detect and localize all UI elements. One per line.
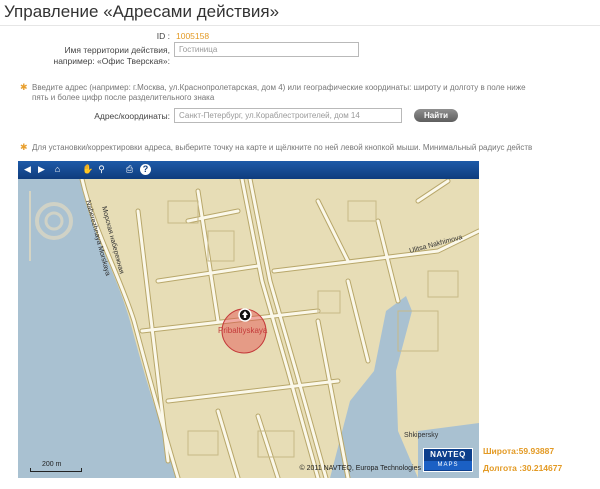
map-view[interactable]: Naberezhnaya Morskaya Морская набережная… bbox=[18, 161, 479, 478]
navteq-logo-subtext: MAPS bbox=[424, 461, 472, 470]
street-label-shkipersky: Shkipersky bbox=[404, 432, 439, 439]
map-scale-label: 200 m bbox=[42, 461, 62, 468]
territory-label-line2: например: «Офис Тверская»: bbox=[53, 56, 170, 66]
address-hint-line1: Введите адрес (например: г.Москва, ул.Кр… bbox=[32, 83, 526, 92]
address-input[interactable]: Санкт-Петербург, ул.Кораблестроителей, д… bbox=[174, 108, 402, 123]
forward-arrow-icon[interactable]: ▶ bbox=[36, 164, 47, 175]
address-hint: Введите адрес (например: г.Москва, ул.Кр… bbox=[32, 83, 600, 103]
info-icon: ✱ bbox=[20, 82, 28, 92]
title-divider bbox=[0, 25, 600, 26]
map-toolbar: ◀ ▶ ⌂ ✋ ⚲ ⎙ ? bbox=[18, 161, 479, 179]
id-label: ID : bbox=[156, 31, 170, 41]
map-scale-bar bbox=[30, 468, 82, 472]
find-button[interactable]: Найти bbox=[414, 109, 458, 122]
latitude-readout: Широта:59.93887 bbox=[483, 446, 555, 456]
id-value: 1005158 bbox=[176, 31, 210, 41]
territory-label-line1: Имя территории действия, bbox=[64, 45, 170, 55]
map-hint: Для установки/корректировки адреса, выбе… bbox=[32, 143, 533, 152]
page-title: Управление «Адресами действия» bbox=[4, 2, 280, 21]
address-hint-line2: пять и более цифр после разделительного … bbox=[32, 93, 215, 102]
zoom-magnifier-icon[interactable]: ⚲ bbox=[96, 164, 107, 175]
help-icon[interactable]: ? bbox=[140, 164, 151, 175]
location-pin-icon[interactable] bbox=[238, 308, 252, 322]
street-label-pribaltiyskaya: Pribaltiyskaya bbox=[218, 326, 268, 335]
territory-name-input[interactable]: Гостиница bbox=[174, 42, 359, 57]
navteq-logo: NAVTEQ MAPS bbox=[423, 448, 473, 472]
address-label: Адрес/координаты: bbox=[94, 111, 170, 121]
back-arrow-icon[interactable]: ◀ bbox=[22, 164, 33, 175]
longitude-readout: Долгота :30.214677 bbox=[483, 463, 563, 473]
home-icon[interactable]: ⌂ bbox=[52, 164, 63, 175]
info-icon: ✱ bbox=[20, 142, 28, 152]
territory-label: Имя территории действия, например: «Офис… bbox=[20, 45, 170, 67]
navteq-logo-text: NAVTEQ bbox=[430, 450, 466, 459]
hand-pan-icon[interactable]: ✋ bbox=[82, 164, 93, 175]
print-icon[interactable]: ⎙ bbox=[124, 164, 135, 175]
map-canvas[interactable]: Naberezhnaya Morskaya Морская набережная… bbox=[18, 161, 479, 478]
map-copyright: © 2011 NAVTEQ, Europa Technologies bbox=[299, 465, 421, 472]
